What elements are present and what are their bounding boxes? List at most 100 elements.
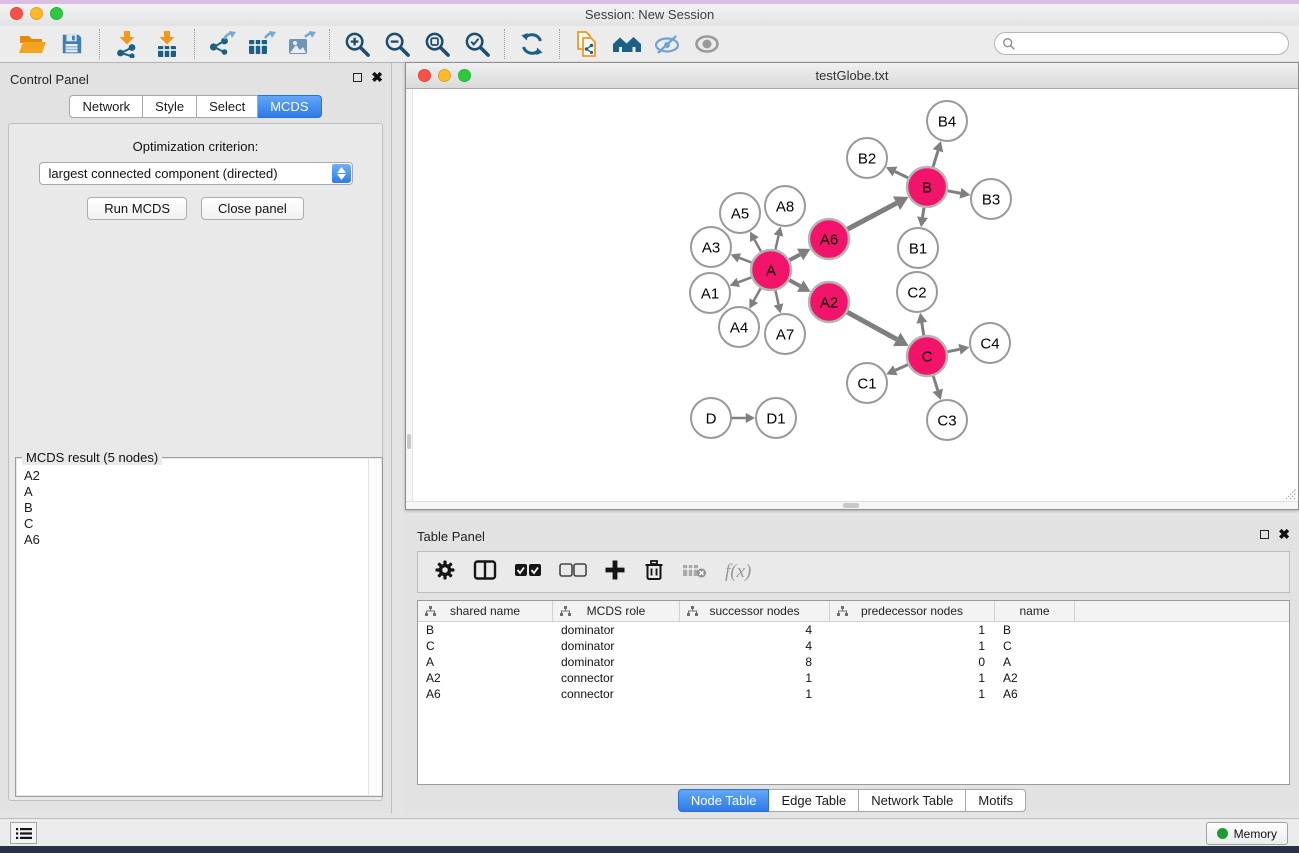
graph-node-C2[interactable]: C2 [897,272,937,312]
graph-edge[interactable] [933,375,938,390]
tab-style[interactable]: Style [143,95,197,118]
import-network-button[interactable] [107,28,147,60]
show-columns-button[interactable] [473,559,497,586]
close-table-panel-icon[interactable]: ✖ [1278,529,1290,539]
graph-node-B4[interactable]: B4 [927,101,967,141]
export-network-button[interactable] [202,28,242,60]
close-panel-icon[interactable]: ✖ [371,72,383,82]
tab-edge-table[interactable]: Edge Table [769,789,859,812]
mcds-result-item[interactable]: A [24,484,381,500]
zoom-selected-button[interactable] [457,28,497,60]
export-table-button[interactable] [242,28,282,60]
float-table-panel-icon[interactable] [1260,530,1269,539]
hide-glasses-button[interactable] [647,28,687,60]
search-input[interactable] [1016,35,1288,53]
resize-grip-icon[interactable] [1283,486,1297,500]
column-header-MCDS-role[interactable]: MCDS role [553,601,680,621]
graph-edge[interactable] [895,364,908,370]
tab-select[interactable]: Select [197,95,258,118]
graph-edge[interactable] [789,254,800,260]
graph-edge[interactable] [738,277,752,282]
zoom-window-button[interactable] [50,7,63,20]
tab-network[interactable]: Network [69,95,143,118]
deselect-all-columns-button[interactable] [559,562,587,583]
graph-edge[interactable] [923,207,925,217]
graph-edge[interactable] [739,258,752,263]
show-eye-button[interactable] [687,28,727,60]
graph-edge[interactable] [789,280,801,286]
column-header-successor-nodes[interactable]: successor nodes [680,601,830,621]
network-window-titlebar[interactable]: testGlobe.txt [406,63,1298,89]
mcds-result-list[interactable]: A2ABCA6 [17,459,381,795]
minimize-view-button[interactable] [438,69,451,82]
graph-node-C1[interactable]: C1 [847,363,887,403]
close-view-button[interactable] [418,69,431,82]
graph-node-A4[interactable]: A4 [719,307,759,347]
vscroll-handle[interactable] [407,434,411,449]
table-row[interactable]: A2connector11A2 [418,670,1289,686]
column-header-shared-name[interactable]: shared name [418,601,553,621]
show-panels-button[interactable] [10,822,37,844]
toolbar-search[interactable] [994,32,1289,55]
tab-motifs[interactable]: Motifs [966,789,1026,812]
graph-node-C[interactable]: C [907,336,947,376]
tab-node-table[interactable]: Node Table [678,789,770,812]
zoom-view-button[interactable] [458,69,471,82]
tab-network-table[interactable]: Network Table [859,789,966,812]
zoom-in-button[interactable] [337,28,377,60]
zoom-out-button[interactable] [377,28,417,60]
close-window-button[interactable] [10,7,23,20]
tab-mcds[interactable]: MCDS [258,95,321,118]
memory-button[interactable]: Memory [1206,822,1288,845]
delete-column-button[interactable] [643,559,665,586]
table-row[interactable]: Cdominator41C [418,638,1289,654]
graph-node-B2[interactable]: B2 [847,138,887,178]
close-panel-button[interactable]: Close panel [201,197,304,220]
open-session-button[interactable] [12,28,52,60]
graph-node-A8[interactable]: A8 [765,186,805,226]
select-all-columns-button[interactable] [514,562,542,583]
export-image-button[interactable] [282,28,322,60]
graph-node-A[interactable]: A [751,250,791,290]
hscroll-handle[interactable] [843,503,859,508]
run-mcds-button[interactable]: Run MCDS [87,197,187,220]
table-row[interactable]: A6connector11A6 [418,686,1289,702]
graph-node-A5[interactable]: A5 [720,193,760,233]
table-row[interactable]: Bdominator41B [418,622,1289,638]
refresh-layout-button[interactable] [512,28,552,60]
graph-edge[interactable] [775,236,778,251]
result-scrollbar[interactable] [368,459,381,795]
home-button[interactable] [607,28,647,60]
column-header-name[interactable]: name [995,601,1075,621]
graph-edge[interactable] [847,312,897,340]
network-vertical-scrollbar[interactable] [406,89,413,501]
duplicate-network-button[interactable] [567,28,607,60]
create-column-button[interactable] [604,559,626,586]
graph-edge[interactable] [775,290,778,305]
criterion-dropdown[interactable]: largest connected component (directed) [39,162,353,185]
graph-node-B1[interactable]: B1 [898,228,938,268]
graph-node-C4[interactable]: C4 [970,323,1010,363]
network-canvas[interactable]: B4B2BB3A5A8A6A3B1AA1C2A2A4A7C4CC1C3DD1 [406,89,1298,509]
float-panel-icon[interactable] [353,73,362,82]
graph-node-B[interactable]: B [907,167,947,207]
zoom-fit-button[interactable] [417,28,457,60]
minimize-window-button[interactable] [30,7,43,20]
mcds-result-item[interactable]: C [24,516,381,532]
graph-node-A6[interactable]: A6 [809,219,849,259]
graph-edge[interactable] [933,151,938,168]
column-header-predecessor-nodes[interactable]: predecessor nodes [830,601,995,621]
delete-table-button[interactable] [682,561,708,584]
mcds-result-item[interactable]: B [24,500,381,516]
import-table-button[interactable] [147,28,187,60]
graph-edge[interactable] [754,287,761,300]
graph-node-B3[interactable]: B3 [971,179,1011,219]
network-graph[interactable]: B4B2BB3A5A8A6A3B1AA1C2A2A4A7C4CC1C3DD1 [406,89,1298,509]
graph-node-D[interactable]: D [691,398,731,438]
graph-edge[interactable] [947,191,961,194]
graph-node-A2[interactable]: A2 [809,282,849,322]
graph-edge[interactable] [847,203,897,229]
function-builder-button[interactable]: f(x) [725,561,751,583]
graph-node-A1[interactable]: A1 [690,273,730,313]
graph-edge[interactable] [895,172,909,179]
